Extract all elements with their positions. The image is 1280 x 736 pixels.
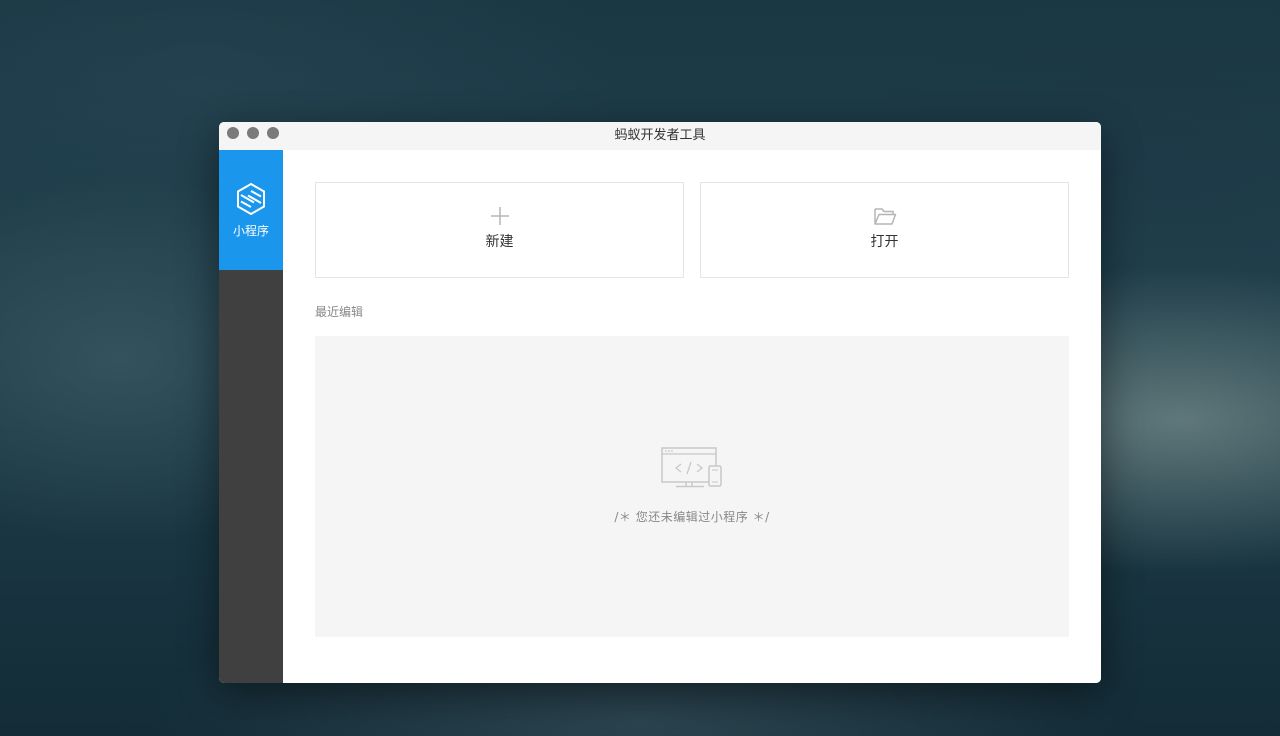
plus-icon: [491, 207, 509, 225]
open-project-button[interactable]: 打开: [700, 182, 1069, 278]
folder-icon: [874, 208, 897, 225]
mini-program-hexagon-icon: [237, 182, 265, 216]
sidebar-item-label: 小程序: [232, 224, 269, 238]
main-content: 新建 打开 最近编辑 /＊ 您还未编辑过小程序 ＊/: [283, 150, 1101, 683]
open-project-label: 打开: [870, 234, 899, 250]
desktop-background: 蚂蚁开发者工具 小程序 新建 打开 最近编辑 /＊ 您还未编辑过小程序 ＊/: [0, 0, 1280, 736]
app-window: 蚂蚁开发者工具 小程序 新建 打开 最近编辑 /＊ 您还未编辑过小程序 ＊/: [219, 122, 1101, 683]
sidebar: 小程序: [219, 150, 283, 683]
new-project-label: 新建: [485, 234, 514, 250]
recent-heading: 最近编辑: [315, 305, 364, 319]
title-bar[interactable]: 蚂蚁开发者工具: [219, 122, 1101, 150]
recent-projects-panel: /＊ 您还未编辑过小程序 ＊/: [315, 336, 1069, 637]
window-title: 蚂蚁开发者工具: [614, 128, 706, 143]
sidebar-item-mini-program[interactable]: 小程序: [219, 150, 283, 270]
empty-state-message: /＊ 您还未编辑过小程序 ＊/: [614, 510, 770, 524]
new-project-button[interactable]: 新建: [315, 182, 684, 278]
code-monitor-icon: [661, 447, 722, 488]
